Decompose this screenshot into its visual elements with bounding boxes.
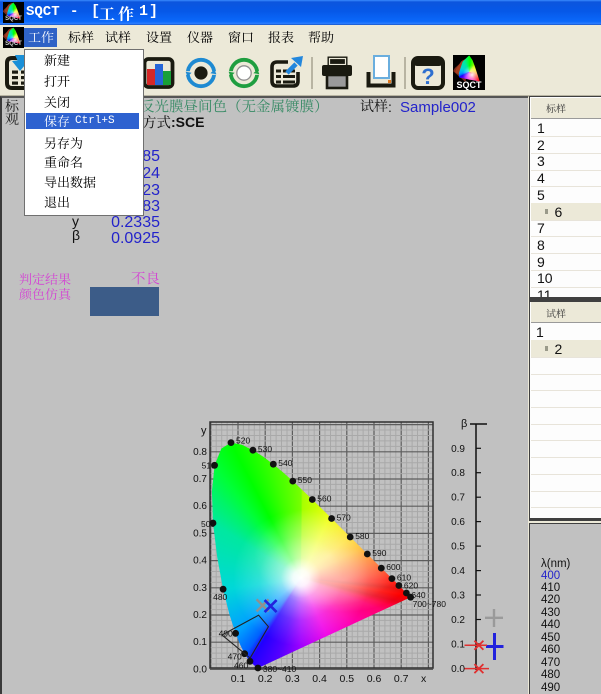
svg-text:0.8: 0.8 <box>451 468 465 479</box>
svg-text:0.7: 0.7 <box>451 493 465 504</box>
svg-text:0.2: 0.2 <box>451 615 465 626</box>
svg-text:0.6: 0.6 <box>451 517 465 528</box>
svg-text:0.3: 0.3 <box>451 591 465 602</box>
svg-text:0.5: 0.5 <box>451 542 465 553</box>
svg-text:0.4: 0.4 <box>451 566 465 577</box>
svg-text:0.1: 0.1 <box>451 639 465 650</box>
svg-text:0.0: 0.0 <box>451 664 465 675</box>
svg-text:0.9: 0.9 <box>451 444 465 455</box>
svg-text:β: β <box>461 418 467 430</box>
